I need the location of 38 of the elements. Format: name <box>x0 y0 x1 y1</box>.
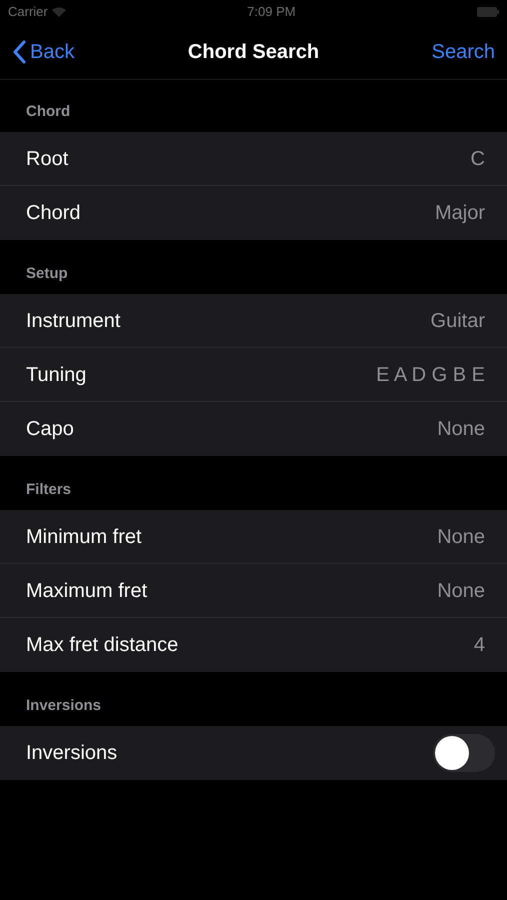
row-value: 4 <box>474 633 485 658</box>
row-label: Tuning <box>26 362 86 388</box>
row-label: Max fret distance <box>26 633 178 658</box>
status-time: 7:09 PM <box>247 3 296 22</box>
section-header: Chord <box>26 102 70 122</box>
row-label: Inversions <box>26 741 118 766</box>
settings-row[interactable]: Tuning E A D G B E <box>0 348 507 402</box>
settings-row[interactable]: Max fret distance 4 <box>0 618 507 672</box>
row-label: Instrument <box>26 308 120 334</box>
row-value: None <box>437 578 485 604</box>
section-header: Filters <box>26 480 72 500</box>
settings-row[interactable]: Capo None <box>0 402 507 456</box>
wifi-icon <box>52 7 66 17</box>
settings-row[interactable]: Root C <box>0 132 507 186</box>
row-label: Capo <box>26 417 74 442</box>
settings-row[interactable]: Minimum fret None <box>0 510 507 564</box>
settings-row[interactable]: Maximum fret None <box>0 564 507 618</box>
row-label: Maximum fret <box>26 578 148 604</box>
settings-row[interactable]: Instrument Guitar <box>0 294 507 348</box>
back-button[interactable]: Back <box>12 36 74 66</box>
nav-title: Chord Search <box>188 40 320 64</box>
search-button[interactable]: Search <box>432 36 495 66</box>
toggle-switch[interactable] <box>433 734 495 772</box>
settings-row[interactable]: Chord Major <box>0 186 507 240</box>
row-label: Minimum fret <box>26 524 142 550</box>
row-value: E A D G B E <box>376 362 485 388</box>
row-value: Guitar <box>430 308 485 334</box>
row-value: C <box>470 146 485 172</box>
row-value: Major <box>434 201 485 226</box>
section-header: Setup <box>26 264 68 284</box>
carrier-label: Carrier <box>8 3 48 22</box>
section-header: Inversions <box>26 696 102 716</box>
chevron-left-icon <box>12 40 26 64</box>
row-value: None <box>437 417 485 442</box>
battery-icon <box>477 7 499 17</box>
row-label: Root <box>26 146 68 172</box>
row-label: Chord <box>26 201 80 226</box>
row-value: None <box>437 524 485 550</box>
